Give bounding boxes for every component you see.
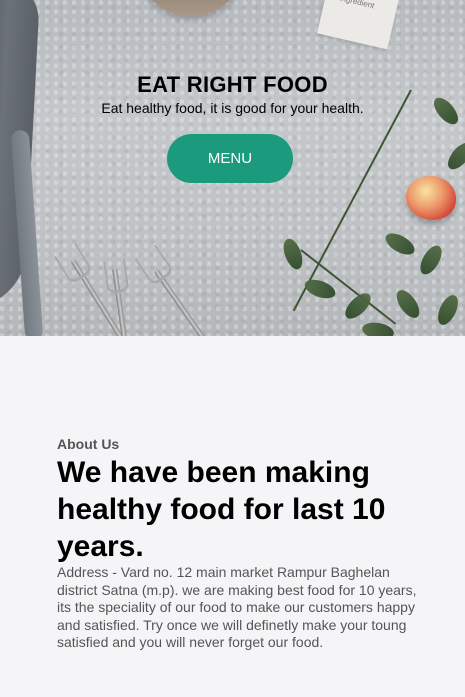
herb-stem-image [292, 89, 412, 312]
ingredient-paper-image: Ingredient [317, 0, 399, 50]
about-label: About Us [57, 436, 120, 452]
leaf-image [341, 289, 375, 323]
leaf-image [443, 138, 465, 174]
leaf-image [433, 292, 463, 328]
about-heading: We have been making healthy food for las… [57, 456, 386, 563]
plate-image [136, 0, 246, 16]
leaf-image [302, 276, 338, 302]
hero-section: Ingredient EAT RIGHT FOOD Eat healthy fo… [0, 0, 465, 336]
leaf-image [360, 320, 396, 336]
leaf-image [392, 286, 424, 322]
about-section: About Us We have been making healthy foo… [0, 336, 465, 697]
menu-button[interactable]: MENU [167, 134, 293, 183]
fork-head-image [134, 244, 175, 287]
fork-head-image [103, 258, 130, 295]
hero-title: EAT RIGHT FOOD [137, 72, 328, 97]
apple-image [406, 176, 456, 220]
leaf-image [416, 242, 446, 278]
hero-subtitle: Eat healthy food, it is good for your he… [101, 100, 364, 116]
leaf-image [382, 229, 418, 259]
about-description: Address - Vard no. 12 main market Rampur… [57, 564, 417, 650]
paper-label: Ingredient [338, 0, 376, 11]
leaf-image [280, 236, 306, 272]
